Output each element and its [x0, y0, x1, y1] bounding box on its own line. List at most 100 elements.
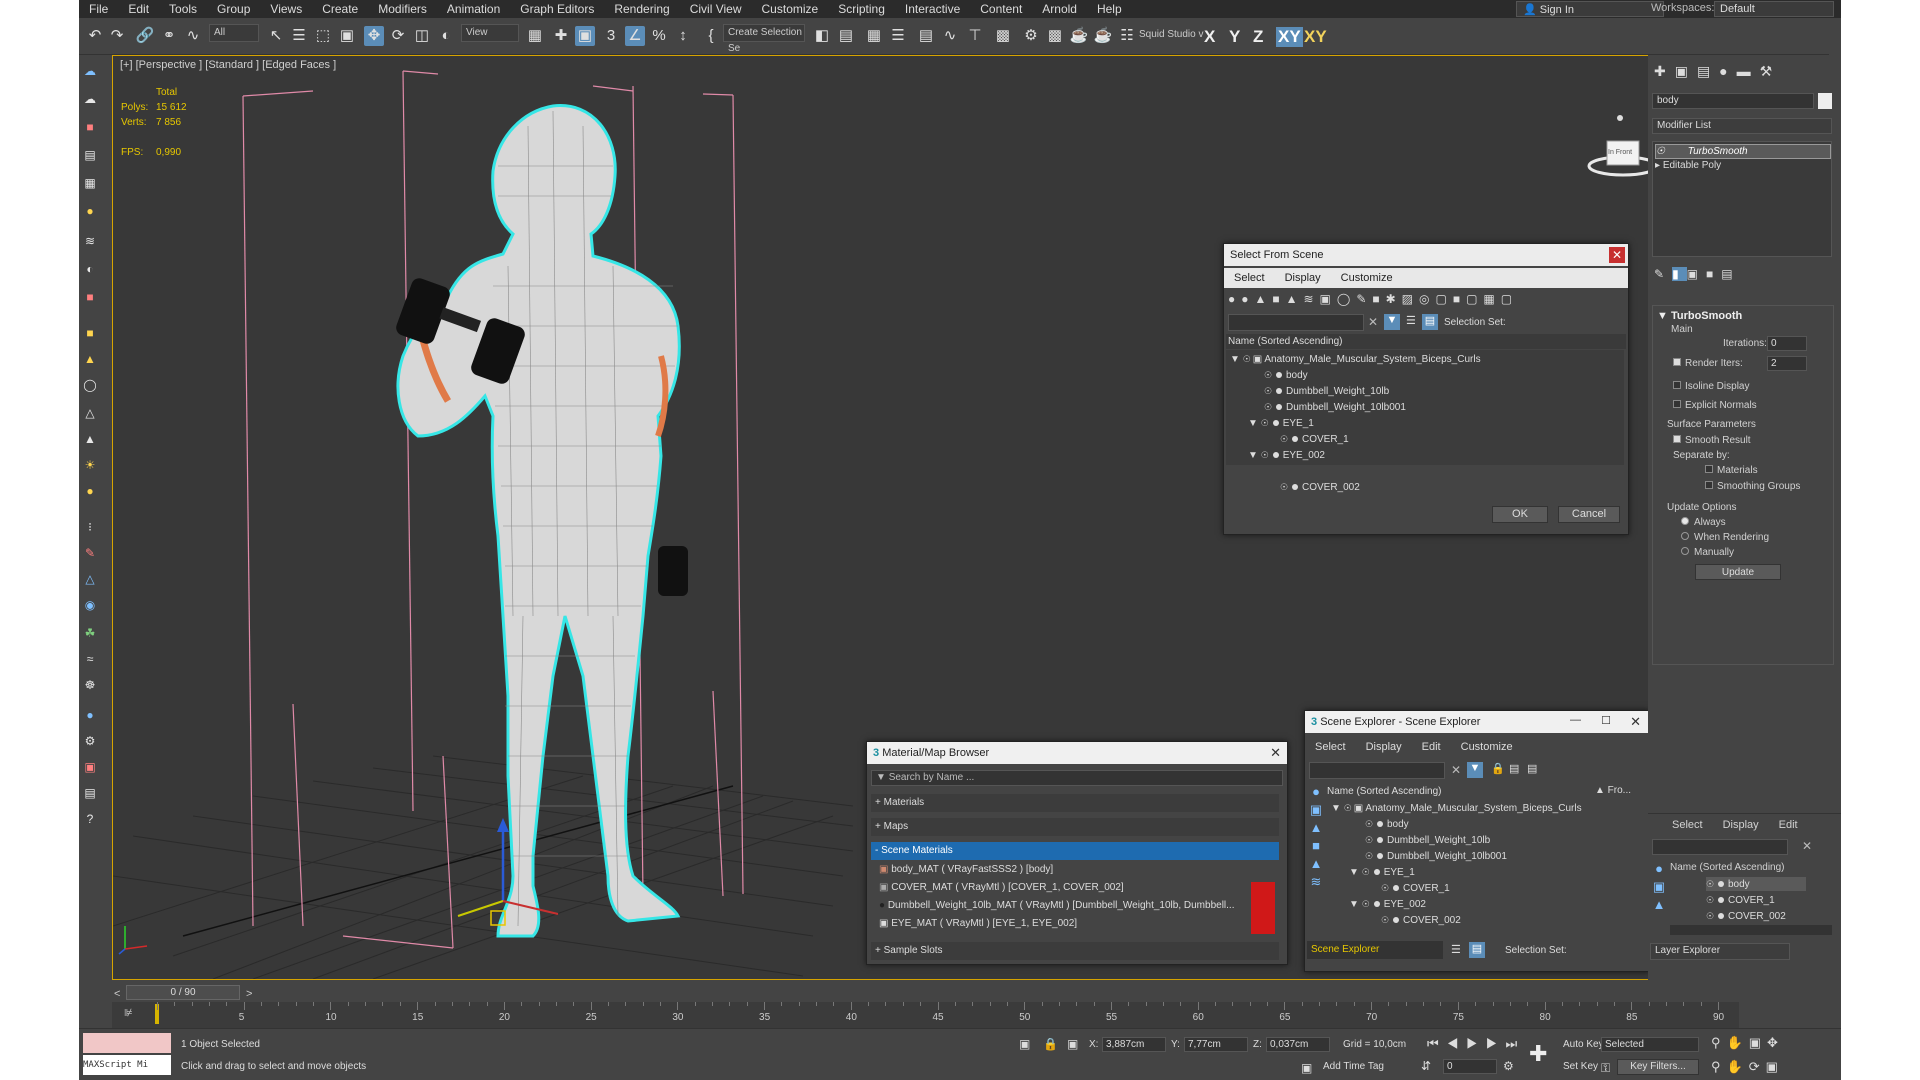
- scene-explorer-menu-display[interactable]: Display: [1356, 741, 1412, 753]
- layer-horizontal-scrollbar[interactable]: [1670, 925, 1832, 935]
- scene-explorer-column-header[interactable]: Name (Sorted Ascending): [1327, 785, 1587, 799]
- menu-interactive[interactable]: Interactive: [895, 2, 970, 16]
- menu-tools[interactable]: Tools: [159, 2, 207, 16]
- scene-explorer-titlebar[interactable]: 3 Scene Explorer - Scene Explorer: [1305, 711, 1649, 733]
- window-crossing-icon[interactable]: ▣: [337, 26, 357, 46]
- scene-explorer-menu-edit[interactable]: Edit: [1412, 741, 1451, 753]
- isolate-selection-icon[interactable]: ▣: [1019, 1037, 1030, 1051]
- modifier-turbosmooth[interactable]: ☉ TurboSmooth: [1655, 144, 1831, 159]
- modifier-list-dropdown[interactable]: Modifier List: [1652, 118, 1832, 134]
- eye-icon[interactable]: ☉: [1280, 480, 1290, 494]
- layer-row[interactable]: ☉ COVER_1: [1706, 893, 1775, 907]
- create-geometry-icon[interactable]: ☁: [82, 63, 98, 79]
- tree-row[interactable]: ☉ Dumbbell_Weight_10lb001: [1264, 400, 1406, 414]
- align-icon[interactable]: ▤: [836, 26, 856, 46]
- menu-civil-view[interactable]: Civil View: [680, 2, 752, 16]
- eye-icon[interactable]: ☉: [1362, 865, 1372, 879]
- set-key-button[interactable]: Set Key: [1563, 1061, 1598, 1072]
- layers-icon[interactable]: ☰: [1406, 314, 1416, 327]
- sun-icon[interactable]: ☀: [82, 457, 98, 473]
- material-row[interactable]: ▣ EYE_MAT ( VRayMtl ) [EYE_1, EYE_002]: [879, 916, 1077, 931]
- select-and-move-icon[interactable]: ✥: [364, 26, 384, 46]
- selection-filter-dropdown[interactable]: All: [209, 24, 259, 42]
- menu-group[interactable]: Group: [207, 2, 260, 16]
- layer-explorer-icon[interactable]: ☰: [888, 26, 908, 46]
- materials-checkbox[interactable]: Materials: [1705, 465, 1758, 476]
- tree-row[interactable]: ▼ ☉ EYE_002: [1248, 448, 1325, 462]
- select-by-name-icon[interactable]: ☰: [289, 26, 309, 46]
- chevron-right-icon[interactable]: ▸: [1655, 160, 1663, 171]
- menu-animation[interactable]: Animation: [437, 2, 510, 16]
- eye-icon[interactable]: ☉: [1706, 893, 1716, 907]
- set-key-big-icon[interactable]: ✚: [1529, 1041, 1547, 1067]
- rollout-title[interactable]: ▼ TurboSmooth: [1657, 310, 1742, 322]
- modifier-editable-poly[interactable]: ▸ Editable Poly: [1655, 159, 1721, 172]
- tree-row[interactable]: ☉ Dumbbell_Weight_10lb001: [1365, 849, 1507, 863]
- filter-icon[interactable]: ▼: [1467, 762, 1483, 778]
- create-shapes-icon[interactable]: ☁: [82, 91, 98, 107]
- render-iters-spinner[interactable]: 2: [1767, 356, 1807, 371]
- tree-row[interactable]: ☉ body: [1264, 368, 1308, 382]
- foliage-icon[interactable]: ☘: [82, 625, 98, 641]
- menu-create[interactable]: Create: [312, 2, 368, 16]
- axis-y-button[interactable]: Y: [1229, 27, 1240, 47]
- update-always-radio[interactable]: Always: [1681, 517, 1726, 528]
- tree-row[interactable]: ▼ ☉ ▣ Anatomy_Male_Muscular_System_Biceps…: [1230, 352, 1481, 366]
- modify-panel-icon[interactable]: ◐: [82, 261, 98, 277]
- eye-icon[interactable]: ☉: [1264, 384, 1274, 398]
- paint-icon[interactable]: ✎: [82, 545, 98, 561]
- command-panel-tabs[interactable]: ✚▣▤●▬⚒: [1654, 63, 1834, 83]
- hierarchy-icon[interactable]: ▤: [1422, 314, 1438, 330]
- utilities-panel-icon[interactable]: ◯: [82, 377, 98, 393]
- section-materials[interactable]: + Materials: [871, 794, 1279, 812]
- close-icon[interactable]: ✕: [1270, 745, 1281, 761]
- isoline-display-checkbox[interactable]: Isoline Display: [1673, 381, 1749, 392]
- eye-icon[interactable]: ☉: [1344, 801, 1354, 815]
- cone-icon[interactable]: ▲: [82, 431, 98, 447]
- particles-icon[interactable]: ⁝: [82, 519, 98, 535]
- key-mode-icon[interactable]: ⇵: [1421, 1059, 1431, 1073]
- iterations-spinner[interactable]: 0: [1767, 336, 1807, 351]
- update-button[interactable]: Update: [1695, 564, 1781, 580]
- ribbon-icon[interactable]: ▤: [916, 26, 936, 46]
- select-object-icon[interactable]: ↖: [266, 26, 286, 46]
- script-icon[interactable]: ▤: [82, 785, 98, 801]
- menu-edit[interactable]: Edit: [118, 2, 159, 16]
- tree-row[interactable]: ☉ Dumbbell_Weight_10lb: [1365, 833, 1490, 847]
- object-color-swatch[interactable]: [1818, 93, 1832, 109]
- tree-row[interactable]: ☉ Dumbbell_Weight_10lb: [1264, 384, 1389, 398]
- layer-search-input[interactable]: [1652, 839, 1788, 855]
- eye-icon[interactable]: ☉: [1261, 448, 1271, 462]
- select-manipulate-icon[interactable]: ✚: [551, 26, 571, 46]
- percent-snap-icon[interactable]: %: [649, 26, 669, 46]
- frozen-column-header[interactable]: ▲ Fro...: [1595, 785, 1631, 796]
- spinner-snap-icon[interactable]: ↕: [673, 26, 693, 46]
- hierarchy-icon[interactable]: ▤: [1469, 942, 1485, 958]
- menu-customize[interactable]: Customize: [752, 2, 829, 16]
- ok-button[interactable]: OK: [1492, 506, 1548, 523]
- selection-lock-icon[interactable]: 🔒: [1043, 1037, 1058, 1051]
- cancel-button[interactable]: Cancel: [1558, 506, 1620, 523]
- menu-help[interactable]: Help: [1087, 2, 1132, 16]
- axis-xy-cycle-button[interactable]: XY: [1304, 27, 1327, 47]
- systems-icon[interactable]: ≋: [82, 233, 98, 249]
- menu-modifiers[interactable]: Modifiers: [368, 2, 437, 16]
- layer-row[interactable]: ☉ body: [1706, 877, 1806, 891]
- tree-row[interactable]: ▼ ☉ EYE_1: [1349, 865, 1415, 879]
- maxscript-mini-listener[interactable]: MAXScript Mi: [83, 1055, 171, 1075]
- expand-arrow-icon[interactable]: ▼: [1230, 354, 1240, 365]
- terrain-icon[interactable]: △: [82, 571, 98, 587]
- scene-explorer-side-icons[interactable]: ● ▣ ▲ ■ ▲ ≋: [1307, 783, 1325, 913]
- eye-icon[interactable]: ☉: [1264, 400, 1274, 414]
- select-and-scale-icon[interactable]: ◫: [412, 26, 432, 46]
- tree-row[interactable]: ▼ ☉ EYE_1: [1248, 416, 1314, 430]
- explicit-normals-checkbox[interactable]: Explicit Normals: [1673, 400, 1757, 411]
- render-production-icon[interactable]: ☕: [1069, 26, 1089, 46]
- schematic-view-icon[interactable]: ⊤: [965, 26, 985, 46]
- angle-snap-icon[interactable]: ∠: [625, 26, 645, 46]
- select-and-place-icon[interactable]: ◐: [436, 26, 456, 46]
- eye-icon[interactable]: ☉: [1706, 909, 1716, 923]
- hair-icon[interactable]: ≈: [82, 651, 98, 667]
- layer-side-icons[interactable]: ● ▣ ▲: [1650, 860, 1668, 930]
- viewport-sphere-icon[interactable]: ●: [82, 707, 98, 723]
